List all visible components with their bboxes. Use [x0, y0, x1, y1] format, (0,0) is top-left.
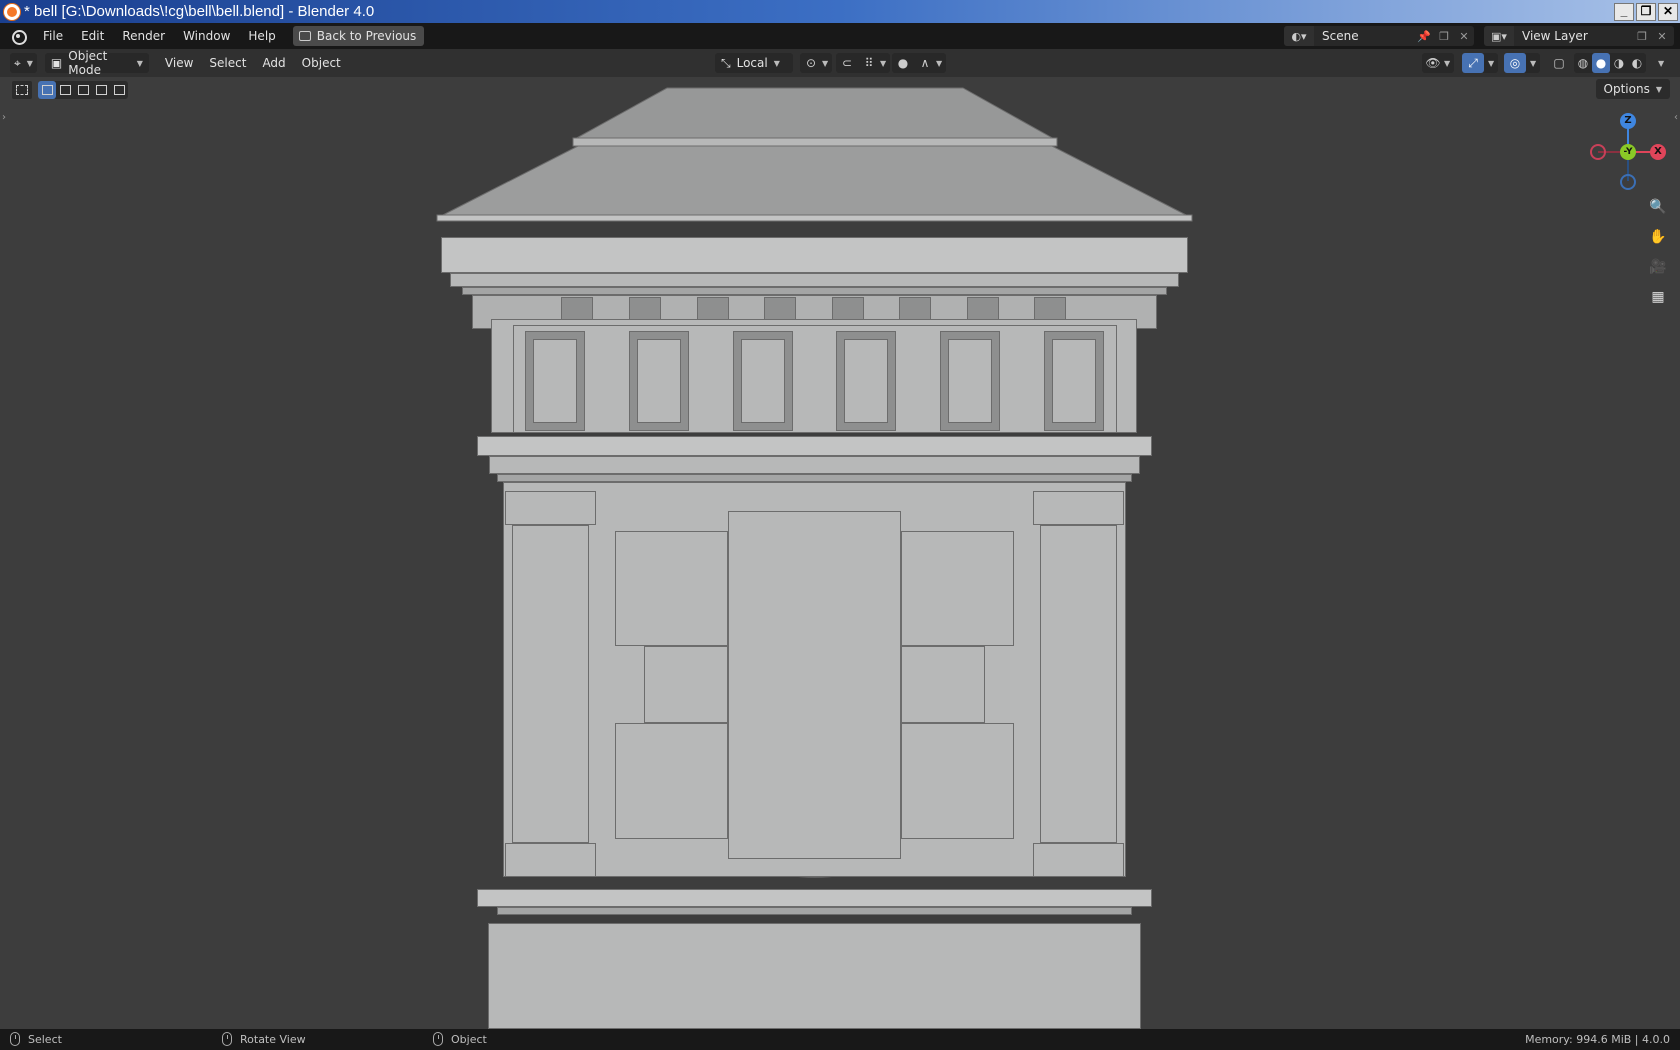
rendered-shading-icon[interactable]: ◐ — [1628, 53, 1646, 73]
options-dropdown[interactable]: Options ▼ — [1595, 79, 1670, 99]
gizmo-neg-x-axis[interactable] — [1590, 144, 1606, 160]
material-shading-icon[interactable]: ◑ — [1610, 53, 1628, 73]
object-mode-label: Object Mode — [68, 49, 108, 77]
tool-row — [12, 81, 128, 99]
delete-scene-icon[interactable]: ✕ — [1454, 30, 1474, 43]
sidebar-expand-arrow-icon[interactable]: ‹ — [1674, 112, 1678, 123]
shading-mode-buttons: ◍ ● ◑ ◐ — [1574, 53, 1646, 73]
object-mode-icon: ▣ — [50, 56, 63, 70]
view-layer-type-icon[interactable]: ▣▾ — [1484, 26, 1514, 46]
delete-view-layer-icon[interactable]: ✕ — [1652, 30, 1672, 43]
view-layer-name[interactable]: View Layer — [1514, 29, 1632, 43]
transform-orientation-dropdown[interactable]: ⤡ Local ▼ — [715, 53, 793, 73]
3d-viewport[interactable]: Options ▼ › ‹ Z X -Y 🔍 ✋ 🎥 ▦ — [0, 77, 1680, 1029]
select-intersect-icon[interactable] — [110, 81, 128, 99]
viewport-header: ⌖ ▼ ▣ Object Mode ▼ View Select Add Objec… — [0, 49, 1680, 77]
window-title-bar: * bell [G:\Downloads\!cg\bell\bell.blend… — [0, 0, 1680, 23]
pivot-icon[interactable]: ⊙ — [800, 53, 822, 73]
fullscreen-back-icon — [298, 31, 311, 41]
new-view-layer-icon[interactable]: ❐ — [1632, 30, 1652, 43]
zoom-view-icon[interactable]: 🔍 — [1644, 193, 1672, 221]
gizmo-toggle-icon[interactable]: ⤢ — [1462, 53, 1484, 73]
proportional-editing-controls: ● ∧ ▼ — [892, 53, 947, 73]
right-mouse-icon — [433, 1032, 443, 1046]
pin-icon[interactable]: 📌 — [1414, 30, 1434, 43]
snap-target-icon[interactable]: ⠿ — [858, 53, 880, 73]
object-mode-dropdown[interactable]: ▣ Object Mode ▼ — [44, 49, 149, 77]
gizmo-neg-y-axis[interactable]: -Y — [1620, 144, 1636, 160]
select-new-icon[interactable] — [38, 81, 56, 99]
xray-toggle-icon[interactable]: ▢ — [1548, 53, 1570, 73]
status-hint-object-label: Object — [451, 1032, 487, 1046]
status-bar: Select Rotate View Object Memory: 994.6 … — [0, 1029, 1680, 1050]
select-menu[interactable]: Select — [201, 56, 254, 70]
menu-help[interactable]: Help — [239, 23, 284, 49]
menu-file[interactable]: File — [34, 23, 72, 49]
menu-window[interactable]: Window — [174, 23, 239, 49]
minimize-button[interactable]: _ — [1614, 2, 1634, 21]
snap-toggle-icon[interactable]: ⊂ — [836, 53, 858, 73]
restore-button[interactable]: ❐ — [1636, 2, 1656, 21]
middle-mouse-icon — [222, 1032, 232, 1046]
add-menu[interactable]: Add — [254, 56, 293, 70]
pan-view-hand-icon[interactable]: ✋ — [1644, 223, 1672, 251]
overlay-controls: ◎ ▼ — [1504, 53, 1541, 73]
navigation-gizmo[interactable]: Z X -Y — [1586, 107, 1666, 190]
select-box-tool-icon[interactable] — [12, 81, 32, 99]
gizmo-x-axis[interactable]: X — [1650, 144, 1666, 160]
pivot-point-dropdown[interactable]: ⊙ ▼ — [800, 53, 833, 73]
menu-edit[interactable]: Edit — [72, 23, 113, 49]
scene-name[interactable]: Scene — [1314, 29, 1414, 43]
back-to-previous-button[interactable]: Back to Previous — [292, 26, 425, 46]
status-hint-select-label: Select — [28, 1032, 62, 1046]
scene-type-icon[interactable]: ◐▾ — [1284, 26, 1314, 46]
proportional-edit-icon[interactable]: ● — [892, 53, 914, 73]
top-menu-bar: File Edit Render Window Help Back to Pre… — [0, 23, 1680, 49]
camera-view-icon[interactable]: 🎥 — [1644, 253, 1672, 281]
gizmo-controls: ⤢ ▼ — [1462, 53, 1499, 73]
toolbar-expand-arrow-icon[interactable]: › — [2, 112, 6, 123]
gizmo-z-axis[interactable]: Z — [1620, 113, 1636, 129]
view-menu[interactable]: View — [157, 56, 201, 70]
left-mouse-icon — [10, 1032, 20, 1046]
snap-controls: ⊂ ⠿ ▼ — [836, 53, 891, 73]
perspective-toggle-grid-icon[interactable]: ▦ — [1644, 283, 1672, 311]
new-scene-icon[interactable]: ❐ — [1434, 30, 1454, 43]
select-invert-icon[interactable] — [92, 81, 110, 99]
orientation-icon: ⤡ — [721, 55, 731, 70]
scene-selector[interactable]: ◐▾ Scene 📌 ❐ ✕ — [1284, 26, 1474, 46]
blender-logo-icon — [4, 3, 20, 20]
visibility-dropdown[interactable]: 👁 ▼ — [1422, 53, 1455, 73]
selection-mode-buttons — [38, 81, 128, 99]
status-hint-rotate-label: Rotate View — [240, 1032, 306, 1046]
blender-app: * bell [G:\Downloads\!cg\bell\bell.blend… — [0, 0, 1680, 1050]
status-hint-object: Object — [433, 1032, 487, 1046]
blender-menu-icon[interactable] — [8, 28, 28, 45]
overlays-toggle-icon[interactable]: ◎ — [1504, 53, 1526, 73]
falloff-icon[interactable]: ∧ — [914, 53, 936, 73]
visibility-eye-icon[interactable]: 👁 — [1422, 53, 1444, 73]
menu-render[interactable]: Render — [113, 23, 174, 49]
options-label: Options — [1603, 82, 1650, 96]
solid-shading-icon[interactable]: ● — [1592, 53, 1610, 73]
view-layer-selector[interactable]: ▣▾ View Layer ❐ ✕ — [1484, 26, 1674, 46]
window-title: * bell [G:\Downloads\!cg\bell\bell.blend… — [24, 3, 375, 20]
select-extend-icon[interactable] — [56, 81, 74, 99]
status-hint-select: Select — [10, 1032, 62, 1046]
bell-tower-model[interactable] — [0, 77, 1680, 1029]
object-menu[interactable]: Object — [294, 56, 349, 70]
orientation-label: Local — [736, 56, 768, 70]
close-button[interactable]: ✕ — [1658, 2, 1678, 21]
gizmo-neg-z-axis[interactable] — [1620, 174, 1636, 190]
wireframe-shading-icon[interactable]: ◍ — [1574, 53, 1592, 73]
editor-type-dropdown[interactable]: ⌖ ▼ — [10, 53, 37, 73]
memory-readout: Memory: 994.6 MiB | 4.0.0 — [1525, 1033, 1670, 1046]
shading-options-chevron-icon[interactable]: ▼ — [1658, 59, 1664, 68]
status-hint-rotate: Rotate View — [222, 1032, 306, 1046]
select-subtract-icon[interactable] — [74, 81, 92, 99]
back-to-previous-label: Back to Previous — [316, 29, 417, 43]
3d-viewport-icon: ⌖ — [14, 55, 21, 70]
